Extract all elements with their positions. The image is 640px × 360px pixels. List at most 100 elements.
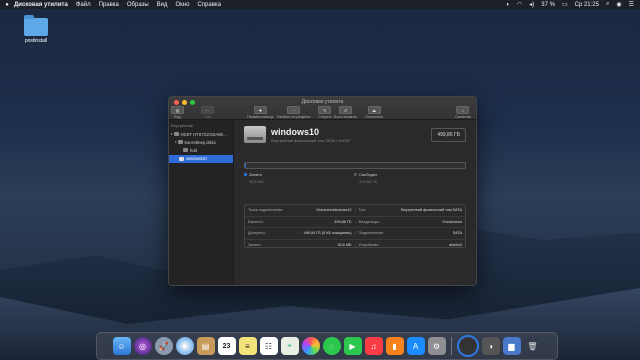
toolbar-view-label: Вид	[174, 115, 181, 119]
siri-icon[interactable]: ◎	[133, 337, 152, 355]
sidebar-section-internal: Внутренние	[171, 123, 194, 128]
free-swatch	[354, 173, 357, 176]
sidebar-item-hdd[interactable]: hdd	[169, 146, 233, 154]
status-icon[interactable]: ◐	[506, 2, 510, 8]
toolbar-partition-label: Разбить на разделы	[277, 115, 311, 119]
dock: ☺ ◎ 🚀 ✦ ▤ 23 ≡ ☷ ⌖ ◌ ▶ ♫ ▮ A ⚙ ◑ ▆ 🗑	[96, 332, 558, 360]
info-key: Владельцы:	[358, 219, 380, 224]
calendar-icon[interactable]: 23	[217, 337, 236, 355]
menu-window[interactable]: Окно	[176, 2, 190, 8]
desktop-folder-label: postinstall	[24, 38, 48, 44]
sidebar-item-windows10[interactable]: windows10	[169, 154, 233, 163]
menu-images[interactable]: Образы	[127, 2, 149, 8]
notification-center-icon[interactable]: ☰	[629, 1, 634, 8]
legend-free-label: Свободно	[359, 172, 378, 177]
toolbar-first-aid-button[interactable]: ✚ Первая помощь	[247, 106, 274, 119]
used-swatch	[244, 173, 247, 176]
toolbar-erase-label: Стереть	[318, 115, 332, 119]
volume-icon[interactable]: ◂)	[529, 1, 534, 8]
toolbar-volume-button[interactable]: +− Том	[201, 106, 214, 119]
toolbar-info-label: Свойства	[455, 115, 471, 119]
toolbar-restore-label: Восстановить	[334, 115, 358, 119]
hdd-icon	[173, 132, 179, 137]
menu-help[interactable]: Справка	[197, 2, 221, 8]
desktop-folder[interactable]: postinstall	[16, 15, 56, 44]
safari-icon[interactable]: ✦	[175, 337, 194, 355]
toolbar-view-button[interactable]: ▤ Вид	[171, 106, 184, 119]
eject-icon: ⏏	[367, 106, 381, 114]
window-titlebar[interactable]: Дисковая утилита ▤ Вид +− Том ✚ Первая помо…	[169, 97, 476, 120]
info-value: 35,8 МБ	[337, 242, 352, 247]
legend-used-label: Занято	[249, 172, 263, 177]
info-row: Доступно: 499,84 ГБ (0 КБ очищаемо) Подкл…	[245, 228, 465, 240]
battery-icon[interactable]: ▭	[562, 1, 568, 8]
info-row: Точка подключения: /Volumes/windows10 Тип…	[245, 205, 465, 217]
messages-icon[interactable]: ◌	[322, 337, 341, 355]
info-row: Емкость: 499,86 ГБ Владельцы: Отключено	[245, 217, 465, 228]
menu-edit[interactable]: Правка	[99, 2, 119, 8]
info-value: Отключено	[442, 219, 462, 224]
preferences-icon[interactable]: ⚙	[427, 337, 446, 355]
legend-used-value: 35,8 МБ	[249, 179, 264, 184]
erase-icon: ✎	[318, 106, 332, 114]
sidebar-item-label: windows10	[186, 156, 207, 162]
detail-pane: windows10 Внутренний физический том SATA…	[234, 120, 476, 285]
info-key: Устройство:	[358, 242, 380, 247]
siri-icon[interactable]: ◉	[616, 1, 621, 8]
finder-icon[interactable]: ☺	[112, 337, 131, 355]
toolbar-unmount-button[interactable]: ⏏ Отключить	[365, 106, 383, 119]
sidebar-item-label: Контейнер disk1	[184, 139, 217, 145]
folder-icon[interactable]: ▆	[502, 337, 521, 355]
info-table: Точка подключения: /Volumes/windows10 Тип…	[244, 204, 466, 248]
facetime-icon[interactable]: ▶	[343, 337, 362, 355]
menu-view[interactable]: Вид	[157, 2, 168, 8]
notes-icon[interactable]: ▤	[196, 337, 215, 355]
notes-yellow-icon[interactable]: ≡	[238, 337, 257, 355]
disk-utility-icon[interactable]: ◑	[481, 337, 500, 355]
sidebar: Внутренние ▾ HDST HTS721010A9E... ▾ Контей…	[169, 120, 234, 285]
toolbar-restore-button[interactable]: ↺ Восстановить	[334, 106, 357, 119]
info-value: disk0s3	[449, 242, 462, 247]
reminders-icon[interactable]: ☷	[259, 337, 278, 355]
toolbar-unmount-label: Отключить	[365, 115, 384, 119]
clock[interactable]: Ср 21:25	[575, 2, 599, 8]
toolbar-erase-button[interactable]: ✎ Стереть	[318, 106, 332, 119]
plus-minus-icon: +−	[201, 106, 214, 114]
trash-icon[interactable]: 🗑	[524, 337, 542, 355]
toolbar-partition-button[interactable]: ◔ Разбить на разделы	[277, 106, 311, 119]
disclosure-icon[interactable]: ▾	[175, 140, 177, 144]
menu-file[interactable]: Файл	[76, 2, 91, 8]
info-value: /Volumes/windows10	[316, 208, 352, 213]
info-key: Точка подключения:	[248, 208, 284, 213]
maps-icon[interactable]: ⌖	[280, 337, 299, 355]
toolbar-info-button[interactable]: i Свойства	[455, 106, 471, 119]
usage-bar	[244, 162, 466, 169]
dock-separator	[450, 337, 452, 355]
info-key: Тип:	[358, 208, 366, 213]
appstore-icon[interactable]: A	[406, 337, 425, 355]
battery-percent[interactable]: 37 %	[541, 2, 555, 8]
wifi-icon[interactable]: ◠	[517, 1, 522, 8]
disk-utility-window: Дисковая утилита ▤ Вид +− Том ✚ Первая помо…	[168, 96, 477, 286]
app-icon[interactable]	[456, 335, 479, 357]
info-key: Доступно:	[248, 231, 266, 236]
disk-name: windows10	[271, 127, 320, 137]
info-key: Емкость:	[248, 219, 264, 224]
menu-app-name[interactable]: Дисковая утилита	[14, 2, 68, 8]
search-icon[interactable]: ⌕	[606, 1, 609, 8]
sidebar-item-hdst[interactable]: ▾ HDST HTS721010A9E...	[169, 130, 233, 138]
disclosure-icon[interactable]: ▾	[171, 132, 173, 136]
launchpad-icon[interactable]: 🚀	[154, 337, 173, 355]
legend-used: Занято 35,8 МБ	[244, 172, 264, 184]
music-icon[interactable]: ♫	[364, 337, 383, 355]
books-icon[interactable]: ▮	[385, 337, 404, 355]
sidebar-toggle-icon: ▤	[171, 106, 184, 114]
info-key: Занято:	[248, 242, 262, 247]
apple-menu-icon[interactable]: ●	[0, 2, 14, 8]
volume-icon	[183, 148, 188, 153]
info-value: 499,84 ГБ (0 КБ очищаемо)	[303, 231, 352, 236]
info-value: SATA	[452, 231, 462, 236]
sidebar-item-container[interactable]: ▾ Контейнер disk1	[169, 138, 233, 146]
photos-icon[interactable]	[301, 337, 320, 355]
legend-free-value: 499,86 ГБ	[359, 179, 378, 184]
